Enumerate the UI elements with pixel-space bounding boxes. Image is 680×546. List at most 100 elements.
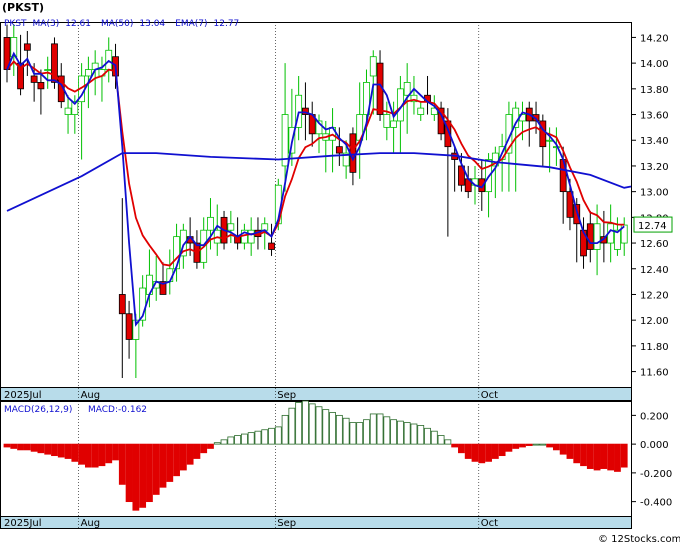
macd-bar bbox=[573, 443, 581, 464]
x-axis-label: Oct bbox=[481, 518, 498, 529]
macd-bar bbox=[51, 443, 58, 457]
legend-label: PKST bbox=[4, 19, 27, 29]
macd-bar bbox=[240, 433, 248, 445]
candle-body bbox=[227, 223, 235, 231]
x-axis-label: 2025Jul bbox=[4, 390, 42, 401]
macd-bar bbox=[315, 406, 323, 445]
candle-body bbox=[105, 49, 113, 70]
macd-bar bbox=[417, 425, 425, 445]
candle-body bbox=[335, 146, 343, 154]
macd-bar bbox=[186, 443, 194, 465]
macd-bar bbox=[491, 443, 499, 459]
macd-bar bbox=[37, 443, 45, 454]
legend-label: EMA(7) bbox=[175, 19, 207, 29]
macd-y-tick-label: -0.200 bbox=[640, 469, 672, 480]
candle-body bbox=[417, 107, 425, 115]
macd-bar bbox=[552, 443, 560, 451]
x-axis-label: Sep bbox=[277, 390, 296, 401]
y-tick-label: 13.20 bbox=[640, 162, 669, 173]
macd-bar bbox=[213, 442, 221, 445]
macd-bar bbox=[437, 435, 445, 445]
macd-bar bbox=[23, 443, 31, 451]
macd-bar bbox=[254, 430, 262, 445]
macd-bar bbox=[146, 443, 153, 503]
legend-label: MA(50) bbox=[101, 19, 133, 29]
macd-bar bbox=[207, 443, 214, 449]
candle-body bbox=[586, 223, 594, 250]
macd-bar bbox=[132, 443, 140, 511]
candle-body bbox=[390, 120, 398, 128]
macd-bar bbox=[227, 436, 235, 445]
y-tick-label: 14.20 bbox=[640, 33, 669, 44]
macd-bar bbox=[274, 426, 282, 445]
macd-bar bbox=[247, 432, 255, 445]
candle-body bbox=[383, 114, 391, 128]
y-tick-label: 12.40 bbox=[640, 265, 669, 276]
macd-bar bbox=[288, 407, 296, 445]
macd-bar bbox=[57, 443, 65, 458]
stock-chart: 14.2014.0013.8013.6013.4013.2013.0012.80… bbox=[0, 1, 680, 545]
macd-bar bbox=[451, 443, 459, 448]
macd-bar bbox=[220, 439, 228, 445]
candle-body bbox=[261, 223, 269, 231]
macd-bar bbox=[430, 430, 438, 445]
macd-bar bbox=[3, 443, 11, 448]
y-tick-label: 12.20 bbox=[640, 290, 669, 301]
macd-y-tick-label: -0.400 bbox=[640, 498, 672, 509]
macd-bar bbox=[98, 443, 106, 467]
macd-bar bbox=[464, 443, 472, 459]
macd-bar bbox=[71, 443, 79, 462]
macd-bar bbox=[105, 443, 113, 464]
macd-bar bbox=[546, 443, 554, 448]
macd-bar bbox=[505, 443, 513, 452]
candle-body bbox=[546, 139, 554, 142]
macd-bar bbox=[600, 443, 608, 469]
macd-bar bbox=[532, 443, 540, 446]
macd-bar bbox=[159, 443, 167, 488]
macd-bar bbox=[356, 422, 364, 445]
macd-bar bbox=[559, 443, 567, 455]
credit-text: © 12Stocks.com bbox=[598, 534, 680, 545]
y-tick-label: 11.60 bbox=[640, 368, 669, 379]
macd-bar bbox=[539, 443, 547, 446]
macd-bar bbox=[410, 423, 418, 445]
candle-body bbox=[207, 216, 214, 231]
macd-bar bbox=[84, 443, 92, 468]
candle-body bbox=[247, 229, 255, 244]
macd-bar bbox=[268, 427, 275, 445]
macd-bar bbox=[64, 443, 72, 459]
macd-bar bbox=[580, 443, 587, 467]
macd-bar bbox=[586, 443, 594, 469]
macd-bar bbox=[322, 409, 330, 445]
macd-bar bbox=[471, 443, 479, 462]
macd-bar bbox=[335, 414, 343, 445]
candle-body bbox=[84, 69, 92, 77]
macd-bar bbox=[329, 412, 336, 445]
macd-bar bbox=[369, 413, 377, 445]
macd-bar bbox=[78, 443, 86, 465]
macd-bar bbox=[91, 443, 99, 468]
candle-body bbox=[369, 56, 377, 77]
macd-bar bbox=[295, 402, 303, 445]
macd-bar bbox=[118, 443, 126, 485]
macd-bar bbox=[302, 400, 309, 445]
candle-body bbox=[30, 75, 38, 83]
candle-body bbox=[125, 313, 133, 340]
y-tick-label: 12.00 bbox=[640, 316, 669, 327]
candle-body bbox=[118, 294, 126, 315]
macd-bar bbox=[342, 417, 350, 445]
macd-bar bbox=[512, 443, 520, 449]
macd-bar bbox=[308, 403, 316, 445]
macd-bar bbox=[396, 420, 404, 445]
macd-bar bbox=[44, 443, 52, 455]
macd-bar bbox=[424, 427, 431, 445]
x-axis-label: Aug bbox=[81, 390, 101, 401]
candle-body bbox=[64, 107, 72, 115]
macd-bar bbox=[152, 443, 160, 495]
legend-value: 12.61 bbox=[65, 19, 91, 29]
candle-body bbox=[23, 43, 31, 51]
x-axis-label: 2025Jul bbox=[4, 518, 42, 529]
macd-bar bbox=[173, 443, 180, 477]
y-tick-label: 13.00 bbox=[640, 188, 669, 199]
last-price-label: 12.74 bbox=[638, 221, 667, 232]
